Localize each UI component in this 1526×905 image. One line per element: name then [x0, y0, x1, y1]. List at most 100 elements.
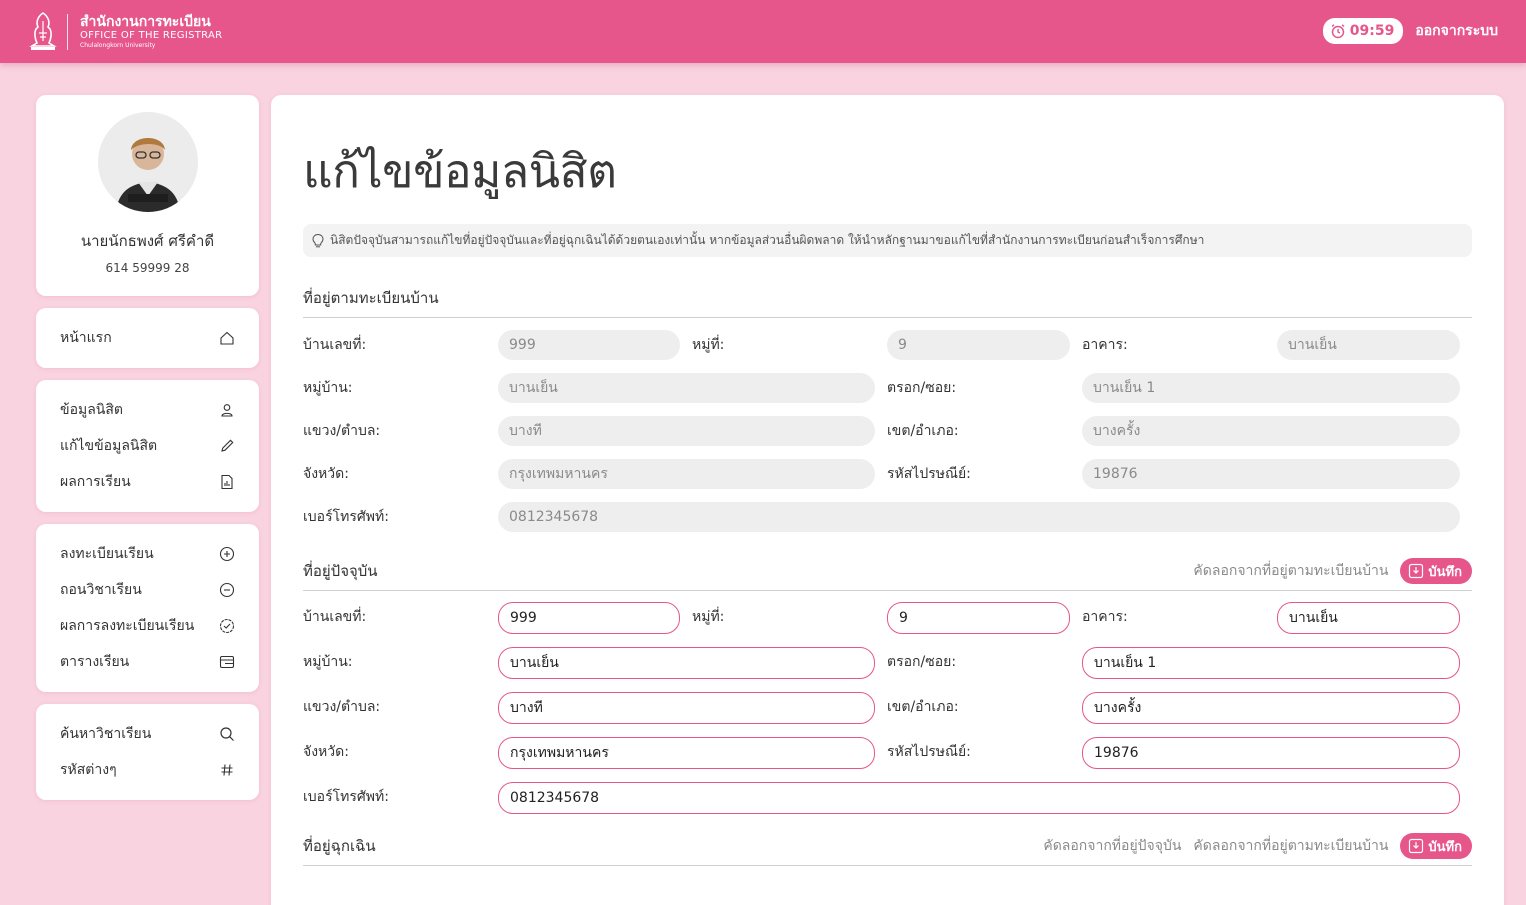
- district-label: เขต/อำเภอ:: [887, 699, 959, 715]
- house-no-label: บ้านเลขที่:: [303, 609, 367, 625]
- current-postcode-field[interactable]: [1082, 737, 1460, 769]
- emergency-address-header: ที่อยู่ฉุกเฉิน คัดลอกจากที่อยู่ปัจจุบัน …: [303, 827, 1472, 866]
- current-address-header: ที่อยู่ปัจจุบัน คัดลอกจากที่อยู่ตามทะเบี…: [303, 552, 1472, 591]
- logout-button[interactable]: ออกจากระบบ: [1415, 20, 1498, 42]
- user-icon: [221, 404, 233, 417]
- document-chart-icon: [221, 474, 233, 490]
- menu-group-tools: ค้นหาวิชาเรียน รหัสต่างๆ: [36, 704, 259, 800]
- current-row-5: เบอร์โทรศัพท์:: [303, 782, 1472, 827]
- save-icon: [1409, 838, 1424, 854]
- page-title: แก้ไขข้อมูลนิสิต: [303, 144, 617, 198]
- menu-group-home: หน้าแรก: [36, 308, 259, 368]
- check-circle-icon: [219, 618, 235, 634]
- section-title: ที่อยู่ตามทะเบียนบ้าน: [303, 289, 439, 307]
- building-label: อาคาร:: [1082, 609, 1128, 625]
- registered-moo-field: [887, 330, 1070, 360]
- copy-from-registered-link[interactable]: คัดลอกจากที่อยู่ตามทะเบียนบ้าน: [1193, 560, 1388, 582]
- registered-subdistrict-field: [498, 416, 875, 446]
- postcode-label: รหัสไปรษณีย์:: [887, 744, 971, 760]
- menu-item-label: รหัสต่างๆ: [60, 762, 117, 778]
- menu-item-label: ผลการลงทะเบียนเรียน: [60, 618, 195, 634]
- registered-postcode-field: [1082, 459, 1460, 489]
- registrar-logo[interactable]: สำนักงานการทะเบียน OFFICE OF THE REGISTR…: [28, 11, 222, 53]
- notice-text: นิสิตปัจจุบันสามารถแก้ไขที่อยู่ปัจจุบันแ…: [330, 233, 1205, 247]
- save-label: บันทึก: [1428, 839, 1462, 855]
- save-icon: [1409, 563, 1424, 579]
- registered-row-4: จังหวัด: รหัสไปรษณีย์:: [303, 459, 1472, 502]
- registered-building-field: [1277, 330, 1460, 360]
- current-village-field[interactable]: [498, 647, 875, 679]
- registered-province-field: [498, 459, 875, 489]
- current-soi-field[interactable]: [1082, 647, 1460, 679]
- moo-label: หมู่ที่:: [692, 337, 725, 353]
- menu-item-withdraw[interactable]: ถอนวิชาเรียน: [60, 572, 235, 608]
- university-seal-icon: [29, 11, 57, 50]
- current-house-no-field[interactable]: [498, 602, 680, 634]
- soi-label: ตรอก/ซอย:: [887, 654, 957, 670]
- current-district-field[interactable]: [1082, 692, 1460, 724]
- home-icon: [220, 331, 234, 345]
- menu-item-edit-info[interactable]: แก้ไขข้อมูลนิสิต: [60, 428, 235, 464]
- house-no-label: บ้านเลขที่:: [303, 337, 367, 353]
- phone-label: เบอร์โทรศัพท์:: [303, 789, 389, 805]
- session-timer: 09:59: [1322, 18, 1404, 44]
- registered-row-2: หมู่บ้าน: ตรอก/ซอย:: [303, 373, 1472, 416]
- copy-from-registered-link[interactable]: คัดลอกจากที่อยู่ตามทะเบียนบ้าน: [1193, 835, 1388, 857]
- subdistrict-label: แขวง/ตำบล:: [303, 699, 381, 715]
- menu-item-label: แก้ไขข้อมูลนิสิต: [60, 438, 158, 454]
- registered-phone-field: [498, 502, 1460, 532]
- building-label: อาคาร:: [1082, 337, 1128, 353]
- menu-item-student-info[interactable]: ข้อมูลนิสิต: [60, 392, 235, 428]
- save-label: บันทึก: [1428, 564, 1462, 580]
- phone-label: เบอร์โทรศัพท์:: [303, 509, 389, 525]
- moo-label: หมู่ที่:: [692, 609, 725, 625]
- menu-item-search-course[interactable]: ค้นหาวิชาเรียน: [60, 716, 235, 752]
- current-row-2: หมู่บ้าน: ตรอก/ซอย:: [303, 647, 1472, 692]
- menu-group-student: ข้อมูลนิสิต แก้ไขข้อมูลนิสิต ผลการเรียน: [36, 380, 259, 512]
- search-icon: [220, 727, 234, 741]
- menu-item-label: ค้นหาวิชาเรียน: [60, 726, 152, 742]
- calendar-table-icon: [219, 655, 235, 669]
- menu-item-home[interactable]: หน้าแรก: [60, 320, 235, 356]
- hash-icon: [221, 764, 233, 776]
- student-name: นายนักธพงศ์ ศรีคำดี: [80, 232, 215, 250]
- current-subdistrict-field[interactable]: [498, 692, 875, 724]
- student-id: 614 59999 28: [105, 261, 190, 275]
- registered-village-field: [498, 373, 875, 403]
- lightbulb-icon: [312, 233, 324, 247]
- registered-row-5: เบอร์โทรศัพท์:: [303, 502, 1472, 545]
- province-label: จังหวัด:: [303, 744, 349, 760]
- org-name-en: OFFICE OF THE REGISTRAR: [80, 29, 223, 41]
- menu-item-label: ถอนวิชาเรียน: [60, 582, 142, 598]
- menu-item-grades[interactable]: ผลการเรียน: [60, 464, 235, 500]
- menu-item-label: ลงทะเบียนเรียน: [60, 546, 154, 562]
- current-phone-field[interactable]: [498, 782, 1460, 814]
- village-label: หมู่บ้าน:: [303, 654, 353, 670]
- registered-row-1: บ้านเลขที่: หมู่ที่: อาคาร:: [303, 330, 1472, 373]
- current-province-field[interactable]: [498, 737, 875, 769]
- menu-item-label: ตารางเรียน: [60, 654, 130, 670]
- save-emergency-button[interactable]: บันทึก: [1400, 833, 1472, 859]
- plus-circle-icon: [219, 546, 235, 562]
- menu-group-registration: ลงทะเบียนเรียน ถอนวิชาเรียน ผลการลงทะเบี…: [36, 524, 259, 692]
- menu-item-label: หน้าแรก: [60, 330, 112, 346]
- village-label: หมู่บ้าน:: [303, 380, 353, 396]
- current-moo-field[interactable]: [887, 602, 1070, 634]
- subdistrict-label: แขวง/ตำบล:: [303, 423, 381, 439]
- current-row-1: บ้านเลขที่: หมู่ที่: อาคาร:: [303, 602, 1472, 647]
- menu-item-label: ข้อมูลนิสิต: [60, 402, 123, 418]
- menu-item-timetable[interactable]: ตารางเรียน: [60, 644, 235, 680]
- menu-item-register[interactable]: ลงทะเบียนเรียน: [60, 536, 235, 572]
- copy-from-current-link[interactable]: คัดลอกจากที่อยู่ปัจจุบัน: [1043, 835, 1181, 857]
- section-title: ที่อยู่ปัจจุบัน: [303, 562, 378, 580]
- save-current-button[interactable]: บันทึก: [1400, 558, 1472, 584]
- minus-circle-icon: [219, 582, 235, 598]
- menu-item-codes[interactable]: รหัสต่างๆ: [60, 752, 235, 788]
- province-label: จังหวัด:: [303, 466, 349, 482]
- menu-item-registration-result[interactable]: ผลการลงทะเบียนเรียน: [60, 608, 235, 644]
- org-name-th: สำนักงานการทะเบียน: [80, 13, 211, 30]
- current-building-field[interactable]: [1277, 602, 1460, 634]
- postcode-label: รหัสไปรษณีย์:: [887, 466, 971, 482]
- section-title: ที่อยู่ฉุกเฉิน: [303, 837, 376, 855]
- registered-soi-field: [1082, 373, 1460, 403]
